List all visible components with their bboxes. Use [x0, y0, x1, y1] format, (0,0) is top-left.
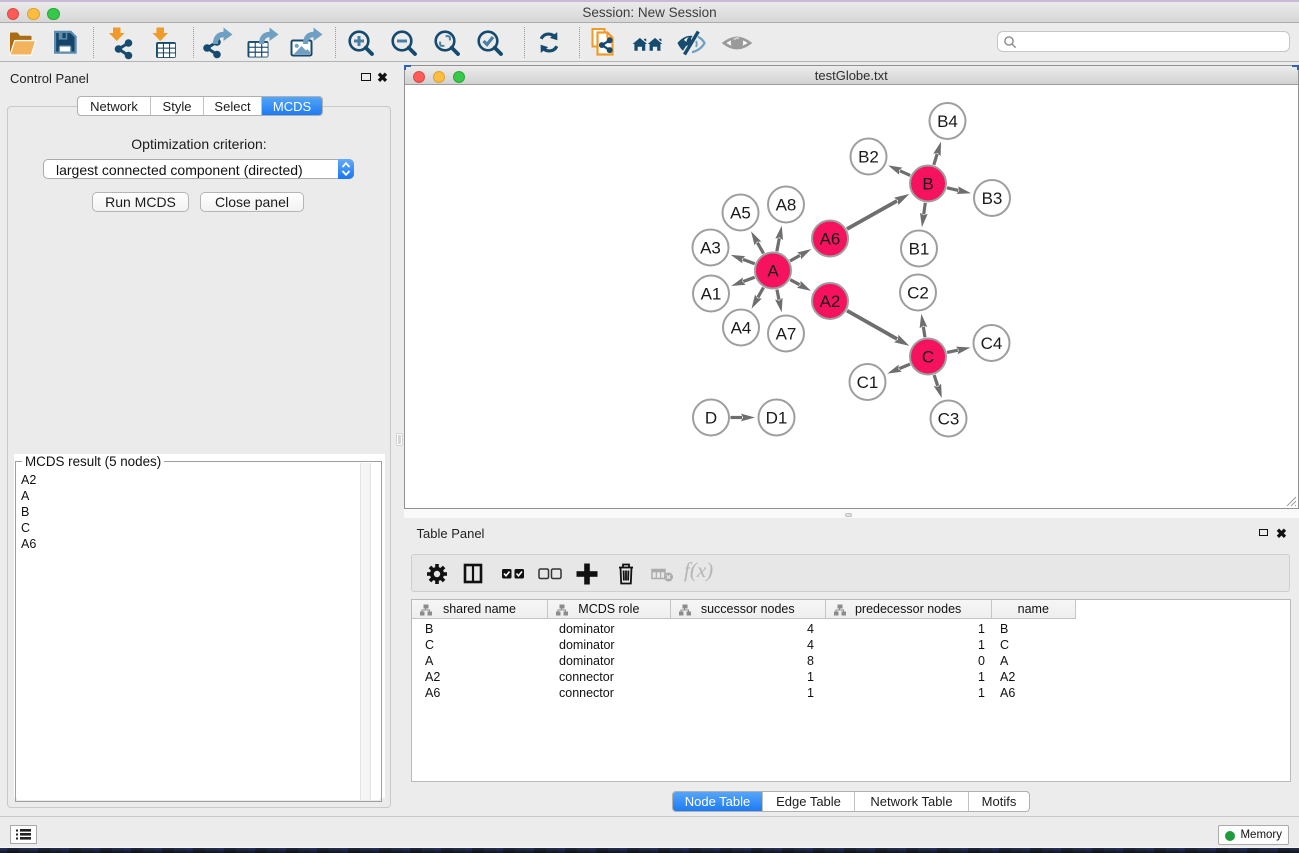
svg-text:B: B [922, 175, 933, 194]
svg-text:B4: B4 [937, 112, 958, 131]
svg-text:D: D [704, 409, 716, 428]
svg-text:A8: A8 [775, 196, 796, 215]
svg-text:B1: B1 [908, 240, 929, 259]
svg-text:B2: B2 [858, 148, 879, 167]
svg-text:D1: D1 [765, 409, 787, 428]
svg-text:C: C [921, 348, 933, 367]
svg-text:A1: A1 [700, 285, 721, 304]
svg-text:A: A [767, 262, 779, 281]
svg-text:A6: A6 [819, 230, 840, 249]
svg-text:A5: A5 [730, 204, 751, 223]
svg-text:C3: C3 [937, 410, 959, 429]
svg-text:B3: B3 [981, 189, 1002, 208]
svg-text:C4: C4 [980, 334, 1002, 353]
svg-text:A2: A2 [819, 292, 840, 311]
svg-text:C2: C2 [907, 284, 929, 303]
svg-text:C1: C1 [856, 373, 878, 392]
svg-text:A3: A3 [700, 239, 721, 258]
svg-text:A4: A4 [730, 319, 751, 338]
svg-text:A7: A7 [775, 325, 796, 344]
